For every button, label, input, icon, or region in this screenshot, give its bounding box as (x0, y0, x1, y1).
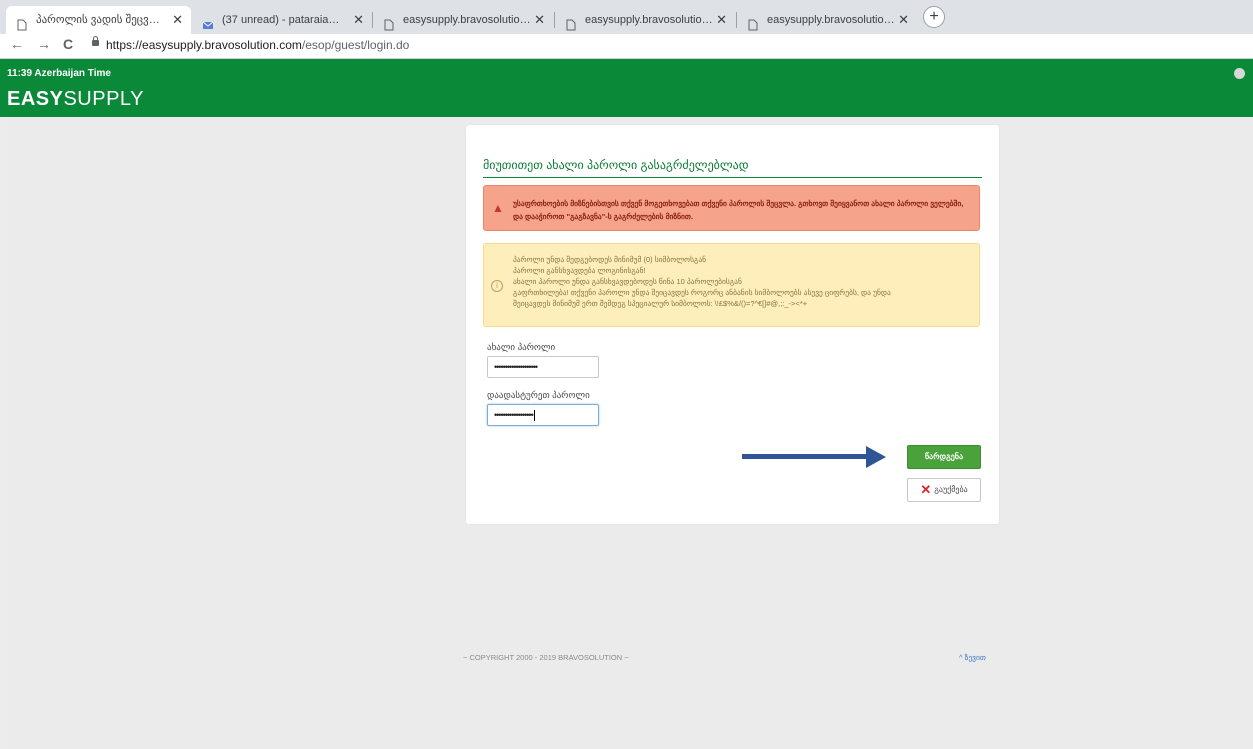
reload-icon[interactable]: C (63, 36, 73, 52)
warning-icon: ▲ (492, 201, 504, 215)
new-password-label: ახალი პაროლი (487, 342, 556, 352)
url-field[interactable]: https://easysupply.bravosolution.com/eso… (106, 38, 409, 52)
back-to-top-link[interactable]: ^ ზევით (959, 653, 986, 662)
cancel-button[interactable]: ✕ გაუქმება (907, 478, 981, 502)
page-icon (16, 14, 28, 31)
logo-light: SUPPLY (63, 88, 144, 110)
site-header: 11:39 Azerbaijan Time EASYSUPPLY (0, 59, 1253, 117)
arrow-shaft (742, 454, 870, 459)
close-icon[interactable]: ✕ (353, 6, 364, 34)
url-host: https://easysupply.bravosolution.com (106, 38, 302, 52)
close-icon: ✕ (920, 482, 932, 497)
password-change-card: მიუთითეთ ახალი პაროლი გასაგრძელებლად ▲ უ… (466, 125, 999, 524)
lock-icon[interactable] (92, 36, 99, 46)
title-divider (483, 177, 982, 178)
confirm-password-label: დაადასტურეთ პაროლი (487, 390, 590, 400)
browser-tab-bar: პაროლის ვადის შეცვლა (EAS ✕ (37 unread) … (0, 0, 1253, 34)
tab-title: პაროლის ვადის შეცვლა (EAS (36, 14, 169, 26)
page-title: მიუთითეთ ახალი პაროლი გასაგრძელებლად (483, 158, 749, 172)
tab-title: easysupply.bravosolution.xn--co (403, 14, 531, 26)
password-rule: გაფრთხილება! თქვენი პაროლი უნდა შეიცავდე… (513, 288, 891, 297)
confirm-password-value: •••••••••••••••••• (494, 410, 534, 420)
browser-tab-easysupply-3[interactable]: easysupply.bravosolution.xn--co ✕ (737, 6, 917, 34)
password-rules-list: პაროლი უნდა შედგებოდეს მინიმუმ (0) სიმბო… (513, 254, 973, 309)
arrow-head (866, 446, 886, 468)
page-icon (383, 14, 395, 31)
password-rules-alert: i პაროლი უნდა შედგებოდეს მინიმუმ (0) სიმ… (483, 243, 980, 327)
address-bar: ← → C https://easysupply.bravosolution.c… (0, 34, 1253, 59)
logo-bold: EASY (7, 88, 64, 110)
text-caret (533, 410, 535, 422)
back-icon[interactable]: ← (10, 36, 24, 52)
cancel-label: გაუქმება (934, 485, 968, 495)
submit-button[interactable]: წარდგენა (907, 445, 981, 469)
copyright-text: ~ COPYRIGHT 2000 - 2019 BRAVOSOLUTION ~ (463, 653, 629, 662)
browser-tab-easysupply-2[interactable]: easysupply.bravosolution.xn--co ✕ (555, 6, 735, 34)
page-icon (565, 14, 577, 31)
mail-icon (202, 14, 214, 29)
user-menu-icon[interactable] (1234, 68, 1245, 79)
arrow-annotation (742, 446, 887, 468)
browser-tab-easysupply-1[interactable]: easysupply.bravosolution.xn--co ✕ (373, 6, 553, 34)
confirm-password-field[interactable]: •••••••••••••••••• (487, 404, 599, 426)
password-rule: ახალი პაროლი უნდა განსხვავდებოდეს წინა 1… (513, 277, 742, 286)
new-password-field[interactable]: •••••••••••••••••••• (487, 356, 599, 378)
tab-title: (37 unread) - pataraia@yahoo.co (222, 14, 350, 26)
tab-title: easysupply.bravosolution.xn--co (767, 14, 895, 26)
tab-title: easysupply.bravosolution.xn--co (585, 14, 713, 26)
clock-text: 11:39 Azerbaijan Time (7, 68, 111, 79)
close-icon[interactable]: ✕ (716, 6, 727, 34)
browser-tab-mail[interactable]: (37 unread) - pataraia@yahoo.co ✕ (192, 6, 372, 34)
password-rule: პაროლი განსხვავდება ლოგინისგან! (513, 266, 646, 275)
error-message: უსაფრთხოების მიზნებისთვის თქვენ მოგეთხოვ… (513, 199, 964, 221)
easysupply-logo[interactable]: EASYSUPPLY (7, 88, 144, 111)
close-icon[interactable]: ✕ (534, 6, 545, 34)
new-tab-button[interactable]: + (923, 6, 945, 28)
url-path: /esop/guest/login.do (301, 38, 410, 52)
password-rule: შეიცავდეს მინიმუმ ერთ შემდეგ სპეციალურ ს… (513, 299, 808, 308)
browser-tab-password-change[interactable]: პაროლის ვადის შეცვლა (EAS ✕ (6, 6, 191, 34)
error-alert: ▲ უსაფრთხოების მიზნებისთვის თქვენ მოგეთხ… (483, 185, 980, 231)
forward-icon[interactable]: → (37, 36, 51, 52)
close-icon[interactable]: ✕ (172, 6, 183, 34)
close-icon[interactable]: ✕ (898, 6, 909, 34)
password-rule: პაროლი უნდა შედგებოდეს მინიმუმ (0) სიმბო… (513, 255, 707, 264)
info-icon: i (491, 280, 503, 292)
page-icon (747, 14, 759, 31)
